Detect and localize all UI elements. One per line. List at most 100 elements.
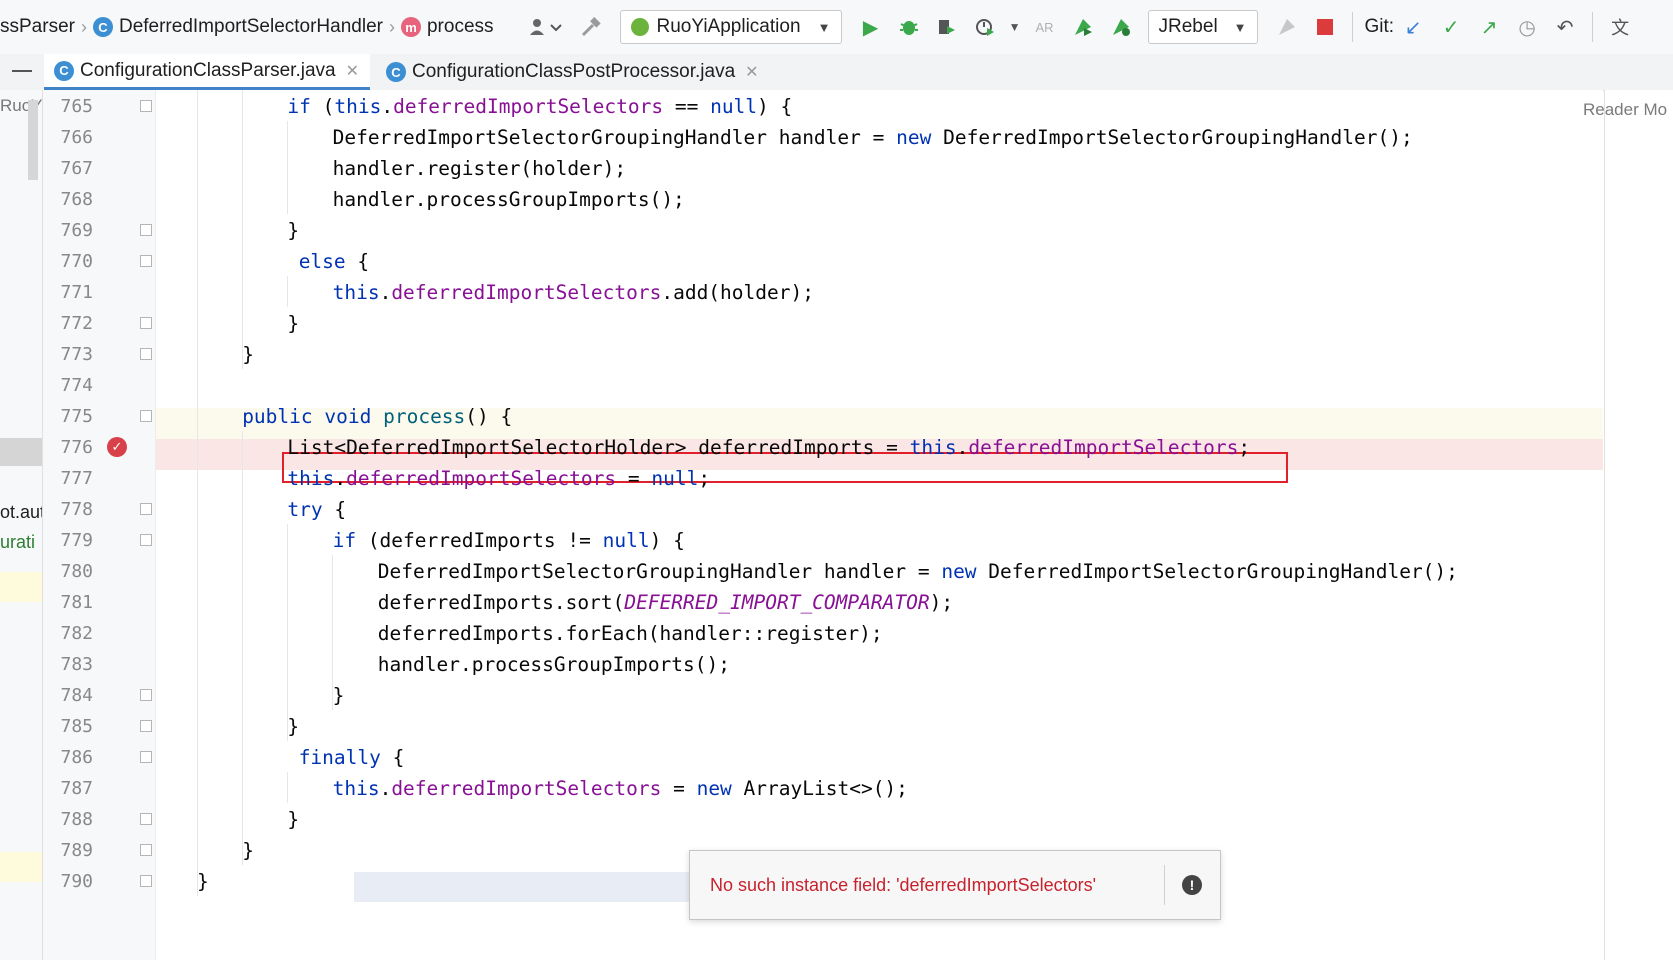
close-icon[interactable]: ✕ xyxy=(346,61,359,81)
code-line[interactable]: if (this.deferredImportSelectors == null… xyxy=(287,90,792,123)
line-number[interactable]: 789 xyxy=(43,834,93,867)
fold-marker-icon[interactable] xyxy=(140,720,152,732)
fold-marker-icon[interactable] xyxy=(140,100,152,112)
line-number[interactable]: 772 xyxy=(43,307,93,340)
collapse-icon[interactable] xyxy=(12,70,32,72)
code-line[interactable]: } xyxy=(287,307,299,340)
rollback-icon[interactable]: ↶ xyxy=(1550,12,1580,42)
line-number[interactable]: 781 xyxy=(43,586,93,619)
coverage-icon[interactable] xyxy=(932,12,962,42)
fold-marker-icon[interactable] xyxy=(140,348,152,360)
code-line[interactable]: DeferredImportSelectorGroupingHandler ha… xyxy=(333,121,1413,154)
jrebel-debug-icon[interactable] xyxy=(1106,12,1136,42)
close-icon[interactable]: ✕ xyxy=(745,62,758,82)
line-number[interactable]: 785 xyxy=(43,710,93,743)
line-number[interactable]: 775 xyxy=(43,400,93,433)
code-line[interactable]: finally { xyxy=(299,741,405,774)
line-number[interactable]: 780 xyxy=(43,555,93,588)
run-icon[interactable]: ▶ xyxy=(856,12,886,42)
fold-marker-icon[interactable] xyxy=(140,875,152,887)
jrebel-run-icon[interactable] xyxy=(1068,12,1098,42)
stop-icon[interactable] xyxy=(1310,12,1340,42)
code-line[interactable]: try { xyxy=(287,493,346,526)
code-line[interactable]: deferredImports.sort(DEFERRED_IMPORT_COM… xyxy=(378,586,953,619)
line-number[interactable]: 766 xyxy=(43,121,93,154)
line-number[interactable]: 787 xyxy=(43,772,93,805)
code-editor[interactable]: if (this.deferredImportSelectors == null… xyxy=(156,90,1603,960)
fold-marker-icon[interactable] xyxy=(140,751,152,763)
line-number[interactable]: 769 xyxy=(43,214,93,247)
breadcrumb-file[interactable]: ssParser xyxy=(0,16,75,38)
fold-marker-icon[interactable] xyxy=(140,255,152,267)
attach-debugger-icon[interactable]: AR xyxy=(1030,12,1060,42)
build-hammer-icon[interactable] xyxy=(576,12,606,42)
code-line[interactable]: public void process() { xyxy=(242,400,512,433)
project-item[interactable]: urati xyxy=(0,532,35,553)
breadcrumb-class[interactable]: DeferredImportSelectorHandler xyxy=(119,16,383,38)
code-line[interactable]: this.deferredImportSelectors = new Array… xyxy=(333,772,908,805)
jrebel-select[interactable]: JRebel ▼ xyxy=(1147,10,1258,44)
git-commit-icon[interactable]: ✓ xyxy=(1436,12,1466,42)
line-number[interactable]: 771 xyxy=(43,276,93,309)
code-line[interactable]: handler.processGroupImports(); xyxy=(378,648,730,681)
code-line[interactable]: List<DeferredImportSelectorHolder> defer… xyxy=(287,431,1250,464)
code-line[interactable]: } xyxy=(287,803,299,836)
line-number[interactable]: 770 xyxy=(43,245,93,278)
code-line[interactable]: } xyxy=(197,865,209,898)
fold-marker-icon[interactable] xyxy=(140,813,152,825)
line-number[interactable]: 776 xyxy=(43,431,93,464)
fold-marker-icon[interactable] xyxy=(140,844,152,856)
reader-mode-toggle[interactable]: Reader Mo xyxy=(1583,100,1667,120)
breakpoint-icon[interactable]: ✓ xyxy=(107,437,127,457)
tab-configuration-class-parser[interactable]: C ConfigurationClassParser.java ✕ xyxy=(44,54,370,90)
line-number[interactable]: 786 xyxy=(43,741,93,774)
line-number[interactable]: 779 xyxy=(43,524,93,557)
chevron-down-icon[interactable]: ▼ xyxy=(1008,12,1022,42)
project-item[interactable]: ot.aut xyxy=(0,502,42,523)
git-update-icon[interactable]: ↙ xyxy=(1398,12,1428,42)
fold-marker-icon[interactable] xyxy=(140,317,152,329)
code-line[interactable]: } xyxy=(242,834,254,867)
code-line[interactable]: this.deferredImportSelectors.add(holder)… xyxy=(333,276,814,309)
line-number[interactable]: 768 xyxy=(43,183,93,216)
line-number[interactable]: 765 xyxy=(43,90,93,123)
line-number[interactable]: 767 xyxy=(43,152,93,185)
code-line[interactable]: handler.register(holder); xyxy=(333,152,627,185)
code-line[interactable]: } xyxy=(333,679,345,712)
fold-marker-icon[interactable] xyxy=(140,503,152,515)
line-number[interactable]: 778 xyxy=(43,493,93,526)
code-line[interactable]: if (deferredImports != null) { xyxy=(333,524,685,557)
profile-icon[interactable] xyxy=(970,12,1000,42)
line-number[interactable]: 777 xyxy=(43,462,93,495)
line-number[interactable]: 790 xyxy=(43,865,93,898)
line-number[interactable]: 788 xyxy=(43,803,93,836)
debug-icon[interactable] xyxy=(894,12,924,42)
code-line[interactable]: } xyxy=(287,214,299,247)
translate-icon[interactable]: 文 xyxy=(1605,12,1635,42)
user-dropdown-icon[interactable] xyxy=(524,12,568,42)
code-line[interactable]: } xyxy=(287,710,299,743)
fold-marker-icon[interactable] xyxy=(140,410,152,422)
code-line[interactable]: DeferredImportSelectorGroupingHandler ha… xyxy=(378,555,1458,588)
code-line[interactable]: deferredImports.forEach(handler::registe… xyxy=(378,617,883,650)
fold-marker-icon[interactable] xyxy=(140,534,152,546)
code-line[interactable]: else { xyxy=(299,245,369,278)
line-number[interactable]: 784 xyxy=(43,679,93,712)
selected-row[interactable] xyxy=(0,438,42,466)
line-number[interactable]: 782 xyxy=(43,617,93,650)
line-number[interactable]: 783 xyxy=(43,648,93,681)
fold-marker-icon[interactable] xyxy=(140,689,152,701)
run-configuration-select[interactable]: RuoYiApplication ▼ xyxy=(619,10,842,44)
code-line[interactable]: } xyxy=(242,338,254,371)
project-scrollbar[interactable] xyxy=(28,100,38,180)
more-actions-icon[interactable]: ! xyxy=(1182,875,1202,895)
line-number[interactable]: 774 xyxy=(43,369,93,402)
history-icon[interactable]: ◷ xyxy=(1512,12,1542,42)
git-push-icon[interactable]: ↗ xyxy=(1474,12,1504,42)
line-number[interactable]: 773 xyxy=(43,338,93,371)
tab-configuration-class-post-processor[interactable]: C ConfigurationClassPostProcessor.java ✕ xyxy=(376,54,774,90)
fold-marker-icon[interactable] xyxy=(140,224,152,236)
breadcrumb-method[interactable]: process xyxy=(427,16,494,38)
code-line[interactable]: this.deferredImportSelectors = null; xyxy=(287,462,710,495)
code-line[interactable]: handler.processGroupImports(); xyxy=(333,183,685,216)
